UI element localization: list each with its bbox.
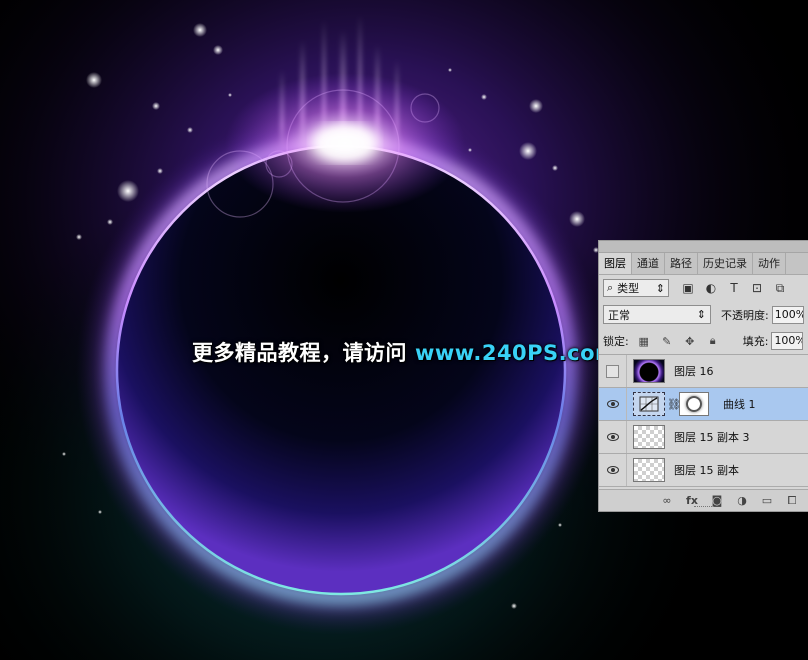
layer-name: 图层 16 [674,365,714,378]
layer-row[interactable]: 图层 15 副本 [599,454,808,487]
folder-icon[interactable]: ▭ [759,493,775,509]
watermark-url: www.240PS.com [415,341,618,365]
filter-label: 类型 [617,282,640,295]
curves-graph-icon [639,396,659,412]
visibility-toggle[interactable] [599,421,627,453]
watermark-cn: 更多精品教程，请访问 [192,341,407,365]
blend-mode-select[interactable]: 正常 ⇕ [603,305,711,324]
layer-mask-thumbnail[interactable] [679,392,709,416]
tab-history[interactable]: 历史记录 [698,253,753,274]
select-arrows-icon: ⇕ [696,308,706,321]
layer-thumbnail [633,458,665,482]
link-chain-icon[interactable]: ⛓︎ [667,398,681,411]
search-icon: ⌕ [607,281,614,294]
layer-name: 图层 15 副本 [674,464,739,477]
lock-all-icon[interactable]: 🔒︎ [706,334,720,348]
select-arrows-icon: ⇕ [655,281,665,295]
layer-row-selected[interactable]: ⛓︎ 曲线 1 [599,388,808,421]
adjustment-icon[interactable]: ◑ [734,493,750,509]
layer-thumbnail [633,359,665,383]
opacity-label: 不透明度: [721,308,769,322]
visibility-toggle[interactable] [599,454,627,486]
panel-tabs: 图层 通道 路径 历史记录 动作 [599,253,808,275]
layer-row[interactable]: 图层 16 [599,355,808,388]
opacity-input[interactable]: 100% [771,305,804,324]
lock-transparency-icon[interactable]: ▦ [637,334,651,348]
eye-icon [606,400,619,408]
mask-circle-icon [686,396,702,412]
text-filter-icon[interactable]: T [725,279,743,297]
eye-icon [606,433,619,441]
visibility-toggle[interactable] [599,355,627,387]
filter-row: ⌕ 类型 ⇕ ▣ ◐ T ⊡ ⧉ [599,275,808,301]
layers-panel: 图层 通道 路径 历史记录 动作 ⌕ 类型 ⇕ ▣ ◐ T ⊡ ⧉ 正常 ⇕ 不… [598,240,808,512]
lock-label: 锁定: [603,335,629,348]
lock-position-icon[interactable]: ✥ [683,334,697,348]
tab-actions[interactable]: 动作 [753,253,786,274]
curves-adjustment-icon[interactable] [633,392,665,416]
layer-name: 图层 15 副本 3 [674,431,750,444]
layer-row[interactable]: 图层 15 副本 3 [599,421,808,454]
fill-input[interactable]: 100% [771,332,804,350]
image-filter-icon[interactable]: ▣ [679,279,697,297]
fill-label: 填充: [742,335,769,348]
tab-paths[interactable]: 路径 [665,253,698,274]
watermark-text: 更多精品教程，请访问 www.240PS.com [192,337,617,367]
hidden-box-icon [606,364,619,378]
blend-row: 正常 ⇕ 不透明度: 100% [599,301,808,328]
link-icon[interactable]: ∞ [659,493,675,509]
tab-layers[interactable]: 图层 [599,253,632,274]
new-layer-icon[interactable]: ⧠ [784,493,800,509]
tab-channels[interactable]: 通道 [632,253,665,274]
shape-filter-icon[interactable]: ⊡ [748,279,766,297]
panel-grip[interactable] [599,241,808,253]
dark-sphere [117,146,565,594]
layer-filter-select[interactable]: ⌕ 类型 ⇕ [603,279,669,297]
resize-handle[interactable] [693,506,714,510]
blend-mode-value: 正常 [608,308,630,322]
layer-thumbnail [633,425,665,449]
panel-footer: ∞ fx ◙ ◑ ▭ ⧠ [599,489,808,511]
adjustment-filter-icon[interactable]: ◐ [702,279,720,297]
smart-object-filter-icon[interactable]: ⧉ [771,279,789,297]
lock-row: 锁定: ▦ ✎ ✥ 🔒︎ 填充: 100% [599,328,808,355]
lock-paint-icon[interactable]: ✎ [660,334,674,348]
eye-icon [606,466,619,474]
visibility-toggle[interactable] [599,388,627,420]
layer-name: 曲线 1 [723,398,756,411]
